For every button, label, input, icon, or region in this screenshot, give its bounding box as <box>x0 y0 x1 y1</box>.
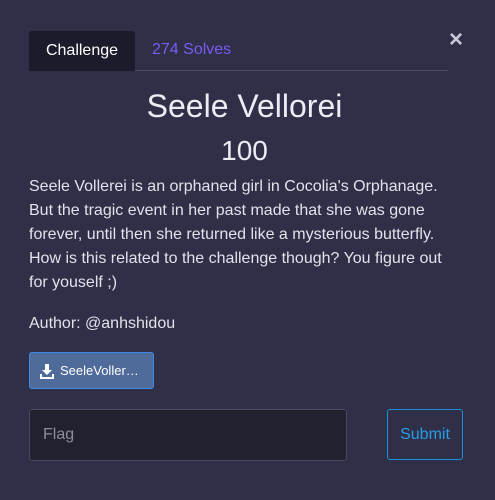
challenge-name: Seele Vellorei <box>146 88 343 124</box>
close-button[interactable]: × <box>448 28 464 52</box>
tab-challenge[interactable]: Challenge <box>29 31 135 71</box>
submit-button[interactable]: Submit <box>387 409 463 460</box>
flag-input[interactable] <box>29 409 347 461</box>
challenge-author: Author: @anhshidou <box>29 315 176 332</box>
challenge-tabs: Challenge 274 Solves <box>29 30 448 71</box>
challenge-modal: × Challenge 274 Solves Seele Vellorei 10… <box>0 0 495 500</box>
download-icon <box>39 363 55 379</box>
tab-solves[interactable]: 274 Solves <box>135 30 248 70</box>
file-name: SeeleVoller… <box>60 363 139 378</box>
challenge-points: 100 <box>221 135 268 166</box>
download-file-button[interactable]: SeeleVoller… <box>29 352 154 389</box>
challenge-description: Seele Vollerei is an orphaned girl in Co… <box>29 178 442 291</box>
